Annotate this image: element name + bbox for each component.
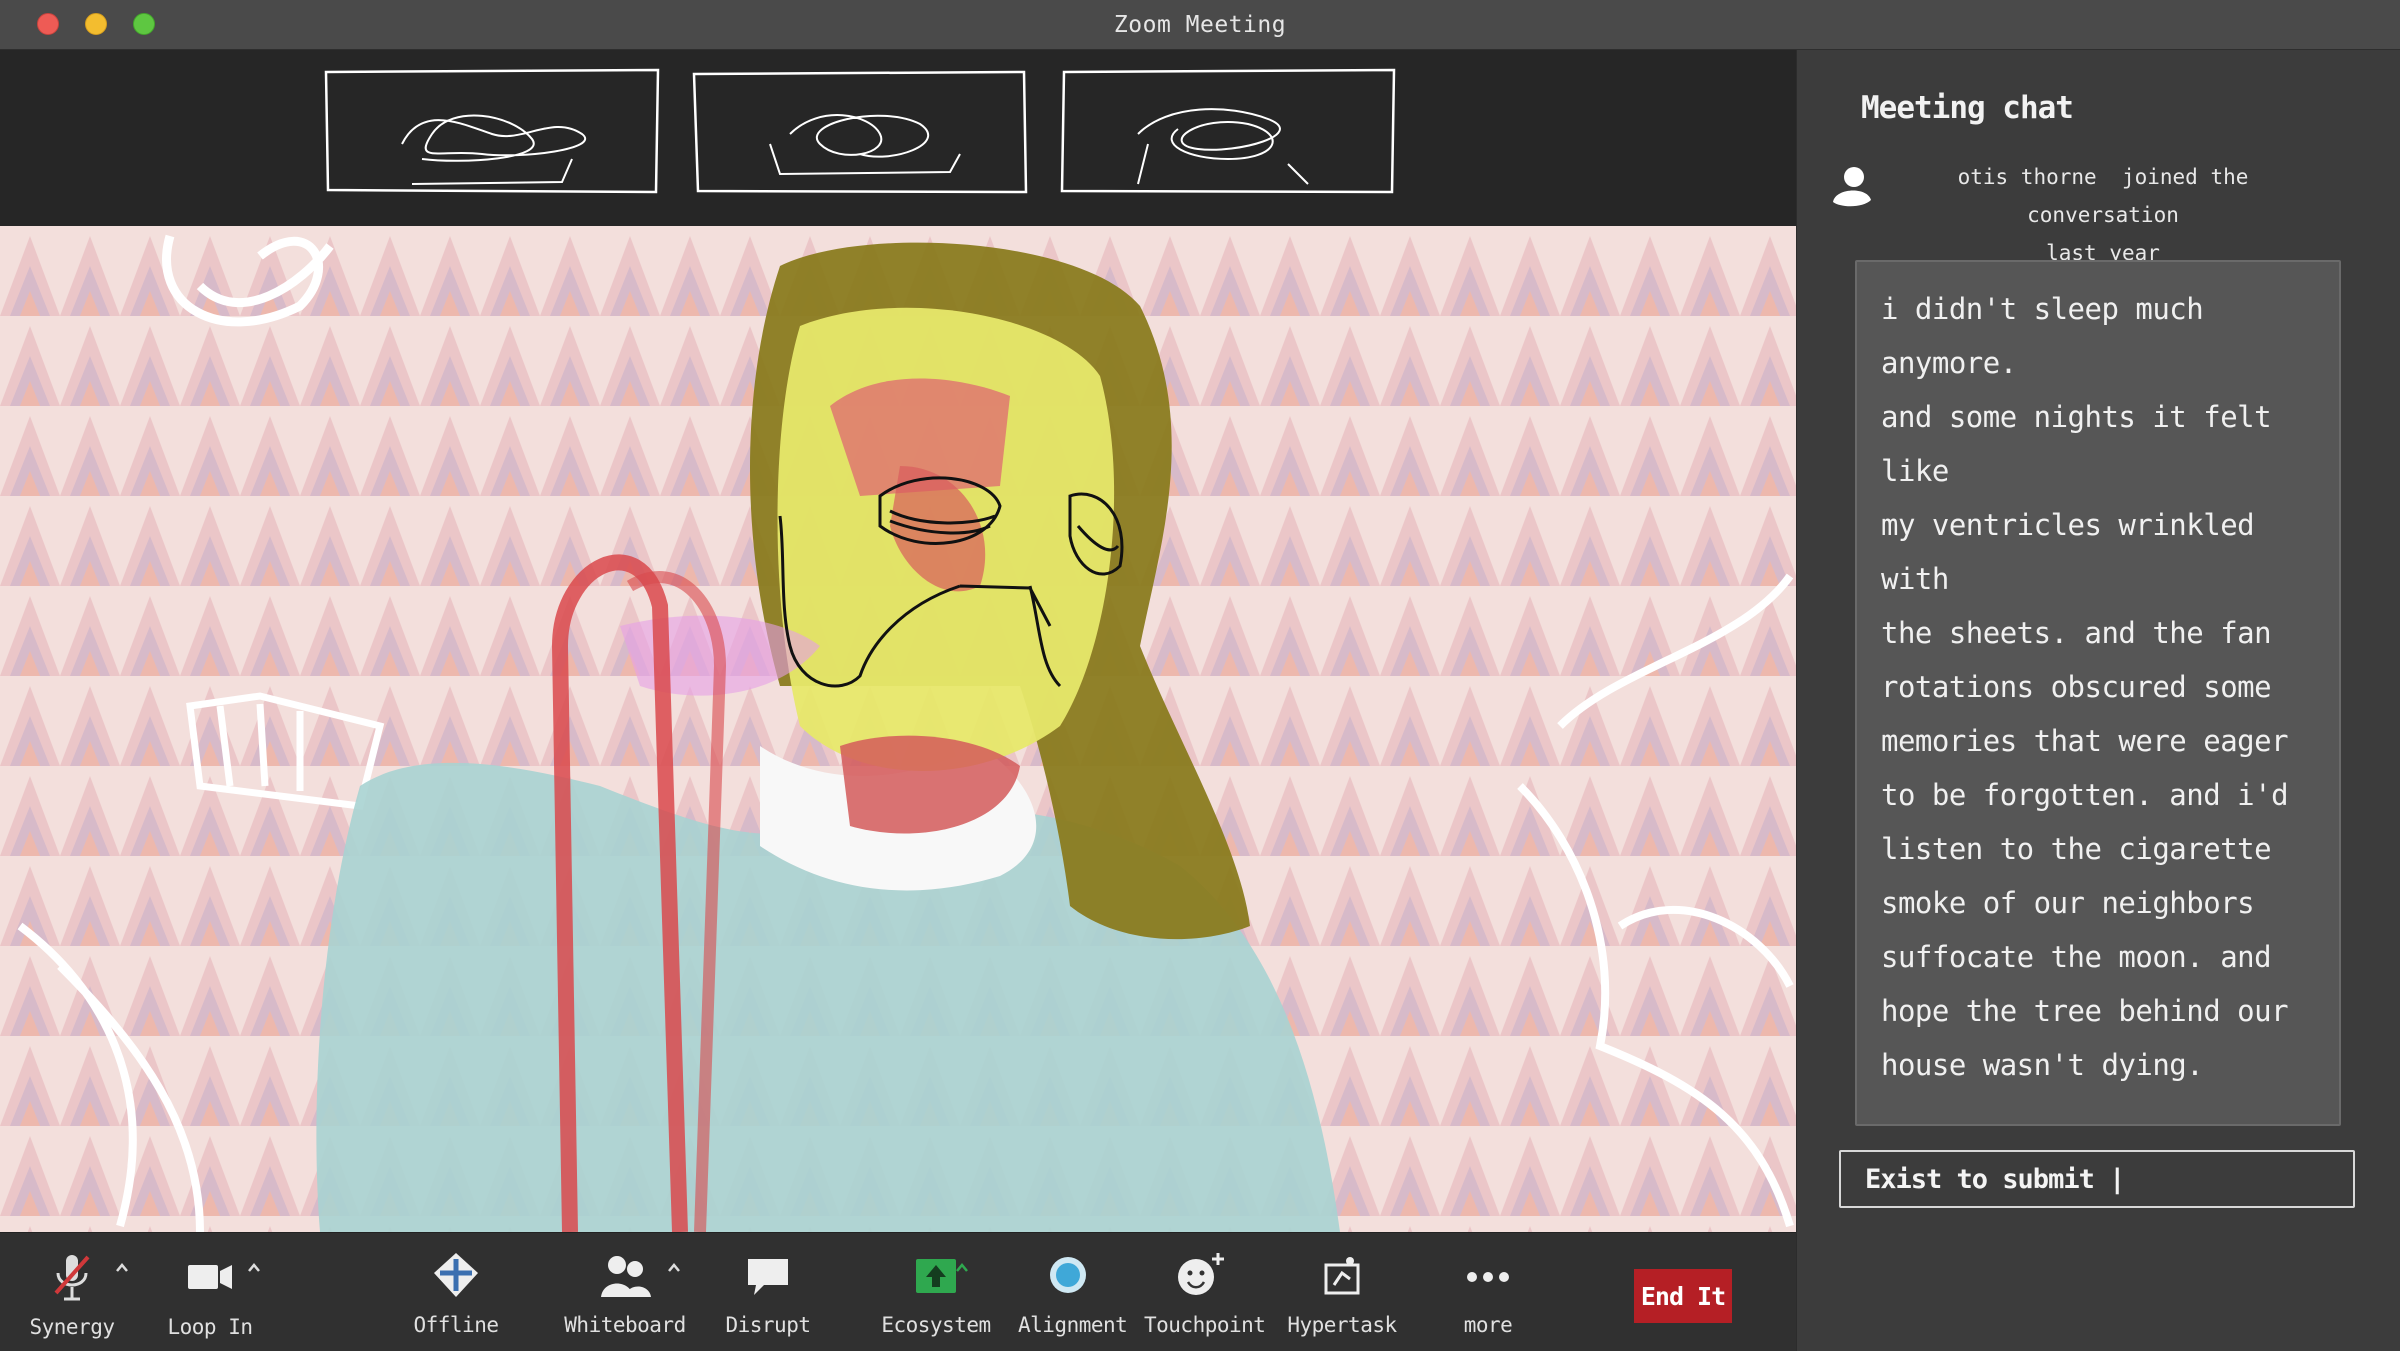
chat-title: Meeting chat (1861, 90, 2074, 126)
security-shield-icon (426, 1249, 486, 1305)
painted-portrait-image (0, 226, 1796, 1232)
participant-thumbnail[interactable] (322, 64, 662, 198)
security-button[interactable]: Offline (406, 1233, 506, 1351)
participants-button[interactable]: Whiteboard (560, 1233, 690, 1351)
apps-icon (1312, 1249, 1372, 1305)
scribble-thumbnail-image (692, 70, 1028, 194)
more-label: more (1463, 1313, 1513, 1337)
record-icon (1038, 1249, 1098, 1305)
join-user-name: otis thorne (1957, 165, 2097, 189)
join-notice: otis thorne joined the conversation last… (1829, 158, 2369, 265)
share-screen-label: Ecosystem (881, 1313, 991, 1337)
user-icon (1833, 167, 1871, 207)
participants-label: Whiteboard (564, 1313, 686, 1337)
chat-message-box: i didn't sleep much anymore. and some ni… (1855, 260, 2341, 1126)
chat-button[interactable]: Disrupt (718, 1233, 818, 1351)
reactions-label: Touchpoint (1144, 1313, 1266, 1337)
participant-thumbnail[interactable] (690, 64, 1030, 198)
apps-button[interactable]: Hypertask (1282, 1233, 1402, 1351)
chat-input-text: Exist to submit | (1865, 1164, 2125, 1195)
more-dots-icon (1458, 1249, 1518, 1305)
reactions-icon (1170, 1249, 1230, 1305)
microphone-muted-icon (42, 1249, 102, 1305)
video-camera-icon (180, 1249, 240, 1305)
participant-thumbnail[interactable] (1058, 64, 1398, 198)
apps-label: Hypertask (1287, 1313, 1397, 1337)
mute-button[interactable]: Synergy (22, 1233, 122, 1351)
join-notice-text: otis thorne joined the conversation last… (1893, 158, 2313, 272)
meeting-toolbar: Synergy Loop In Offline Whiteboard Disru… (0, 1232, 1796, 1351)
chat-input[interactable]: Exist to submit | (1839, 1150, 2355, 1208)
video-button[interactable]: Loop In (160, 1233, 260, 1351)
chevron-up-icon[interactable] (246, 1261, 262, 1275)
main-video-feed (0, 226, 1796, 1232)
reactions-button[interactable]: Touchpoint (1144, 1233, 1266, 1351)
record-label: Alignment (1018, 1313, 1128, 1337)
title-bar: Zoom Meeting (0, 0, 2400, 50)
security-label: Offline (413, 1313, 499, 1337)
share-screen-icon (906, 1249, 966, 1305)
end-meeting-button[interactable]: End It (1634, 1269, 1732, 1323)
mute-label: Synergy (29, 1315, 115, 1339)
participants-icon (595, 1249, 655, 1305)
chevron-up-icon[interactable] (666, 1261, 682, 1275)
chat-panel: Meeting chat otis thorne joined the conv… (1796, 50, 2400, 1351)
window-title: Zoom Meeting (1113, 12, 1287, 38)
chevron-up-icon[interactable] (954, 1261, 970, 1275)
participant-gallery (0, 50, 1796, 226)
record-button[interactable]: Alignment (1018, 1233, 1128, 1351)
chat-bubble-icon (738, 1249, 798, 1305)
video-label: Loop In (167, 1315, 253, 1339)
chevron-up-icon[interactable] (114, 1261, 130, 1275)
chat-label: Disrupt (725, 1313, 811, 1337)
scribble-thumbnail-image (1060, 68, 1396, 194)
chat-message-text: i didn't sleep much anymore. and some ni… (1881, 292, 2289, 1082)
share-screen-button[interactable]: Ecosystem (876, 1233, 996, 1351)
more-button[interactable]: more (1438, 1233, 1538, 1351)
scribble-thumbnail-image (324, 68, 660, 194)
